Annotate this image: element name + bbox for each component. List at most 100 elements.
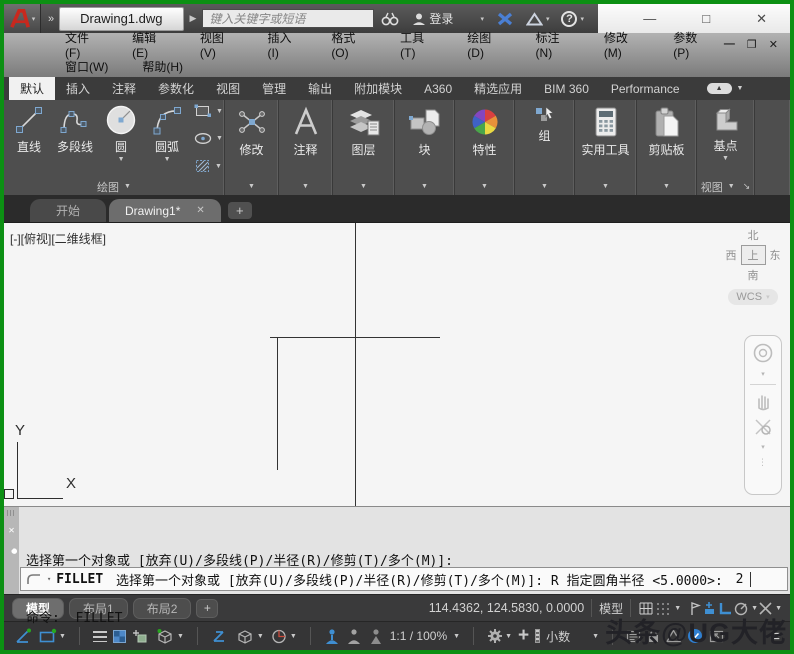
menu-modify[interactable]: 修改(M) (587, 29, 656, 60)
ribbon-tab-manage[interactable]: 管理 (251, 77, 297, 100)
navbar-more-caret-icon[interactable]: ▾ (761, 443, 765, 451)
ribbon-tab-a360[interactable]: A360 (413, 77, 463, 100)
panel-annotate-footer[interactable]: ▼ (279, 178, 332, 195)
minimize-button[interactable]: — (620, 11, 679, 26)
circle-button[interactable]: 圆 ▼ (98, 103, 144, 178)
circle-caret-icon[interactable]: ▼ (118, 156, 125, 163)
signin-caret-icon[interactable]: ▾ (480, 15, 484, 23)
a360-caret-icon[interactable]: ▾ (546, 15, 550, 23)
search-expand-icon[interactable]: ▶ (184, 13, 203, 24)
menu-dimension[interactable]: 标注(N) (519, 29, 587, 60)
basepoint-caret-icon[interactable]: ▼ (722, 155, 729, 162)
wcs-menu[interactable]: WCS▾ (728, 289, 777, 305)
ribbon-tab-addins[interactable]: 附加模块 (343, 77, 413, 100)
block-button[interactable]: 块 (395, 100, 454, 178)
search-input[interactable] (202, 9, 374, 28)
menu-file[interactable]: 文件(F) (48, 29, 115, 60)
help-caret-icon[interactable]: ▾ (580, 15, 584, 23)
drawing-canvas[interactable]: [-][俯视][二维线框] 北 西 上 东 南 WCS▾ ▾ ▾ ⋮ (4, 222, 790, 506)
menu-help[interactable]: 帮助(H) (125, 58, 200, 75)
annotate-button[interactable]: 注释 (279, 100, 332, 178)
zoom-icon[interactable] (753, 417, 773, 437)
file-tab-drawing1[interactable]: Drawing1* ✕ (109, 199, 221, 222)
command-customize-wrench-icon[interactable] (6, 545, 17, 556)
file-tab-close-icon[interactable]: ✕ (196, 205, 204, 216)
ribbon-collapse-caret-icon[interactable]: ▼ (737, 85, 744, 92)
viewcube-south-label[interactable]: 南 (748, 267, 759, 283)
panel-view-launcher-icon[interactable]: ↘ (743, 181, 751, 192)
a360-icon[interactable]: ▾ (520, 12, 556, 26)
steering-wheel-icon[interactable] (752, 342, 774, 364)
exchange-apps-icon[interactable] (490, 12, 520, 26)
viewport-controls-label[interactable]: [-][俯视][二维线框] (10, 230, 106, 247)
ribbon-tab-view[interactable]: 视图 (205, 77, 251, 100)
menu-format[interactable]: 格式(O) (314, 29, 383, 60)
viewcube-up-face[interactable]: 上 (741, 245, 766, 265)
search-icon[interactable] (374, 11, 406, 26)
drawn-vertical-line[interactable] (277, 337, 278, 470)
menu-parametric[interactable]: 参数(P) (656, 29, 724, 60)
panel-modify-footer[interactable]: ▼ (225, 178, 278, 195)
ribbon-tab-home[interactable]: 默认 (9, 77, 55, 100)
navbar-caret-icon[interactable]: ▾ (761, 370, 765, 378)
clipboard-button[interactable]: 剪贴板 (637, 100, 696, 178)
panel-utilities-footer[interactable]: ▼ (575, 178, 636, 195)
maximize-button[interactable]: □ (679, 11, 733, 26)
viewcube-west-label[interactable]: 西 (726, 247, 737, 263)
drawn-horizontal-line[interactable] (270, 337, 440, 338)
line-button[interactable]: 直线 (6, 103, 52, 178)
panel-properties-footer[interactable]: ▼ (455, 178, 514, 195)
menu-view[interactable]: 视图(V) (183, 29, 251, 60)
file-tab-start[interactable]: 开始 (30, 199, 106, 222)
polyline-button[interactable]: 多段线 (52, 103, 98, 178)
app-menu-button[interactable]: ▾ (4, 4, 41, 33)
ribbon-tab-insert[interactable]: 插入 (55, 77, 101, 100)
ellipse-caret-icon[interactable]: ▼ (216, 135, 223, 142)
utilities-button[interactable]: 实用工具 (575, 100, 636, 178)
close-button[interactable]: ✕ (733, 11, 790, 27)
qat-expand-button[interactable]: » (41, 13, 59, 25)
hatch-caret-icon[interactable]: ▼ (215, 163, 222, 170)
doc-restore-button[interactable]: ❐ (747, 38, 757, 51)
ribbon-tab-bim360[interactable]: BIM 360 (533, 77, 600, 100)
hatch-button[interactable]: ▼ (194, 158, 223, 174)
panel-clipboard-footer[interactable]: ▼ (637, 178, 696, 195)
command-drag-grip[interactable] (7, 510, 16, 516)
ribbon-collapse-button[interactable]: ▲ (707, 83, 732, 94)
ribbon-tab-performance[interactable]: Performance (600, 77, 691, 100)
ellipse-button[interactable]: ▼ (194, 132, 223, 145)
menu-draw[interactable]: 绘图(D) (450, 29, 518, 60)
ribbon-tab-featured-apps[interactable]: 精选应用 (463, 77, 533, 100)
drawn-vertical-construction-line[interactable] (355, 223, 356, 506)
viewcube-east-label[interactable]: 东 (770, 247, 781, 263)
panel-groups-footer[interactable]: ▼ (515, 178, 574, 195)
doc-minimize-button[interactable]: — (724, 38, 735, 51)
panel-layers-footer[interactable]: ▼ (333, 178, 394, 195)
viewcube[interactable]: 北 西 上 东 南 WCS▾ (720, 227, 786, 305)
arc-button[interactable]: 圆弧 ▼ (144, 103, 190, 178)
menu-edit[interactable]: 编辑(E) (115, 29, 183, 60)
properties-button[interactable]: 特性 (455, 100, 514, 178)
command-input-value[interactable]: 2 (736, 572, 744, 587)
signin-button[interactable]: 登录 ▾ (406, 10, 490, 27)
menu-insert[interactable]: 插入(I) (251, 29, 315, 60)
basepoint-button[interactable]: 基点 ▼ (697, 100, 754, 178)
navigation-bar[interactable]: ▾ ▾ ⋮ (744, 335, 782, 495)
layers-button[interactable]: 图层 (333, 100, 394, 178)
rectangle-caret-icon[interactable]: ▼ (216, 108, 223, 115)
viewcube-north-label[interactable]: 北 (748, 227, 759, 243)
doc-close-button[interactable]: ✕ (769, 38, 778, 51)
panel-draw-footer[interactable]: 绘图 ▼ (4, 178, 224, 195)
pan-hand-icon[interactable] (753, 391, 773, 411)
ribbon-tab-output[interactable]: 输出 (297, 77, 343, 100)
arc-caret-icon[interactable]: ▼ (164, 156, 171, 163)
panel-block-footer[interactable]: ▼ (395, 178, 454, 195)
panel-view-footer[interactable]: 视图 ▼ ↘ (697, 178, 754, 195)
new-tab-button[interactable]: + (228, 202, 252, 219)
rectangle-button[interactable]: ▼ (194, 104, 223, 118)
modify-button[interactable]: 修改 (225, 100, 278, 178)
help-button[interactable]: ? ▾ (555, 11, 590, 27)
ribbon-tab-parametric[interactable]: 参数化 (147, 77, 205, 100)
menu-window[interactable]: 窗口(W) (48, 58, 125, 75)
ribbon-tab-annotate[interactable]: 注释 (101, 77, 147, 100)
